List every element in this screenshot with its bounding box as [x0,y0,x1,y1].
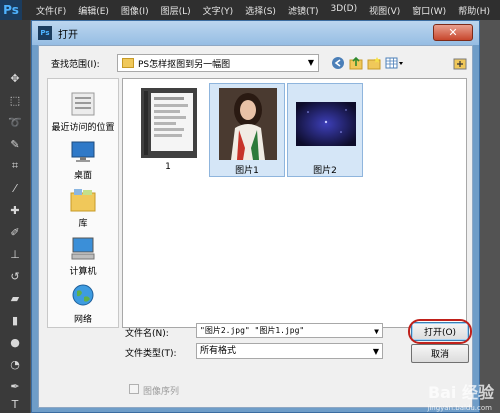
filename-input[interactable]: "图片2.jpg" "图片1.jpg" ▼ [196,323,383,338]
chevron-down-icon[interactable]: ▼ [308,58,314,67]
file-thumbnail [139,87,199,159]
chevron-down-icon[interactable]: ▼ [373,345,379,359]
recent-places-icon [69,91,97,117]
file-list: 1 图片1 图片2 [122,78,467,328]
open-button[interactable]: 打开(O) [411,322,469,341]
filetype-label: 文件类型(T): [125,349,177,359]
image-sequence-checkbox[interactable] [129,384,139,394]
menu-file[interactable]: 文件(F) [30,4,72,17]
place-desktop[interactable]: 桌面 [48,139,118,181]
filetype-value: 所有格式 [200,346,237,356]
healing-tool-icon[interactable]: ✚ [7,202,23,218]
place-label-recent: 最近访问的位置 [51,123,115,133]
file-thumbnail [296,88,356,160]
open-dialog: Ps 打开 ✕ 查找范围(I): PS怎样抠图到另一幅图 ▼ 最近访问的位置 桌… [31,20,480,413]
filetype-select[interactable]: 所有格式 ▼ [196,343,383,359]
watermark-url: jingyan.baidu.com [427,404,492,412]
menu-layer[interactable]: 图层(L) [155,4,197,17]
new-folder-icon[interactable] [366,55,382,71]
libraries-icon [69,187,97,213]
place-label-desktop: 桌面 [73,171,92,181]
desktop-icon [69,139,97,165]
place-network[interactable]: 网络 [48,283,118,325]
place-label-network: 网络 [73,315,92,325]
menu-image[interactable]: 图像(I) [115,4,155,17]
places-bar: 最近访问的位置 桌面 库 计算机 网络 [47,78,119,328]
marquee-tool-icon[interactable]: ⬚ [7,92,23,108]
stamp-tool-icon[interactable]: ⊥ [7,246,23,262]
image-sequence-label: 图像序列 [143,387,180,397]
eyedropper-tool-icon[interactable]: ⁄ [7,180,23,196]
menu-select[interactable]: 选择(S) [239,4,282,17]
baidu-watermark: Bai 经验 [427,383,494,402]
menu-help[interactable]: 帮助(H) [452,4,496,17]
file-item[interactable]: 图片1 [209,83,285,177]
look-in-value: PS怎样抠图到另一幅图 [138,59,231,70]
file-name: 1 [165,162,171,172]
gradient-tool-icon[interactable]: ▮ [7,312,23,328]
place-label-libraries: 库 [78,219,88,229]
crop-tool-icon[interactable]: ⌗ [7,158,23,174]
look-in-combobox[interactable]: PS怎样抠图到另一幅图 ▼ [117,54,319,72]
tools-panel: ✥ ⬚ ➰ ✎ ⌗ ⁄ ✚ ✐ ⊥ ↺ ▰ ▮ ● ◔ ✒ T [0,20,30,413]
up-folder-icon[interactable] [348,55,364,71]
chevron-down-icon[interactable]: ▼ [374,325,379,337]
look-in-label: 查找范围(I): [51,60,100,70]
menu-list: 文件(F) 编辑(E) 图像(I) 图层(L) 文字(Y) 选择(S) 滤镜(T… [30,4,496,17]
file-item[interactable]: 图片2 [287,83,363,177]
close-button[interactable]: ✕ [433,24,473,41]
brush-tool-icon[interactable]: ✐ [7,224,23,240]
menu-type[interactable]: 文字(Y) [197,4,240,17]
eraser-tool-icon[interactable]: ▰ [7,290,23,306]
menu-3d[interactable]: 3D(D) [324,4,363,17]
photoshop-menubar: Ps 文件(F) 编辑(E) 图像(I) 图层(L) 文字(Y) 选择(S) 滤… [0,0,500,20]
menu-edit[interactable]: 编辑(E) [72,4,115,17]
view-menu-icon[interactable] [384,55,406,71]
place-label-computer: 计算机 [69,267,97,277]
dialog-body: 查找范围(I): PS怎样抠图到另一幅图 ▼ 最近访问的位置 桌面 库 计算机 … [38,45,473,408]
folder-icon [122,58,134,68]
pen-tool-icon[interactable]: ✒ [7,378,23,394]
place-libraries[interactable]: 库 [48,187,118,229]
place-computer[interactable]: 计算机 [48,235,118,277]
photoshop-logo: Ps [0,0,22,20]
menu-filter[interactable]: 滤镜(T) [282,4,325,17]
file-name: 图片2 [313,166,337,176]
blur-tool-icon[interactable]: ● [7,334,23,350]
menu-view[interactable]: 视图(V) [363,4,406,17]
type-tool-icon[interactable]: T [7,396,23,412]
file-item[interactable]: 1 [131,83,207,177]
filename-value: "图片2.jpg" "图片1.jpg" [200,326,305,335]
lasso-tool-icon[interactable]: ➰ [7,114,23,130]
move-tool-icon[interactable]: ✥ [7,70,23,86]
back-icon[interactable] [330,55,346,71]
dialog-titlebar[interactable]: Ps 打开 ✕ [32,21,479,45]
menu-window[interactable]: 窗口(W) [406,4,452,17]
file-name: 图片1 [235,166,259,176]
folder-options-icon[interactable] [452,55,468,71]
history-brush-tool-icon[interactable]: ↺ [7,268,23,284]
file-thumbnail [218,88,278,160]
photoshop-app-icon: Ps [38,26,52,40]
filename-label: 文件名(N): [125,329,169,339]
computer-icon [69,235,97,261]
dialog-title: 打开 [58,29,78,41]
dodge-tool-icon[interactable]: ◔ [7,356,23,372]
network-icon [69,283,97,309]
cancel-button[interactable]: 取消 [411,344,469,363]
quick-select-tool-icon[interactable]: ✎ [7,136,23,152]
place-recent[interactable]: 最近访问的位置 [48,91,118,133]
